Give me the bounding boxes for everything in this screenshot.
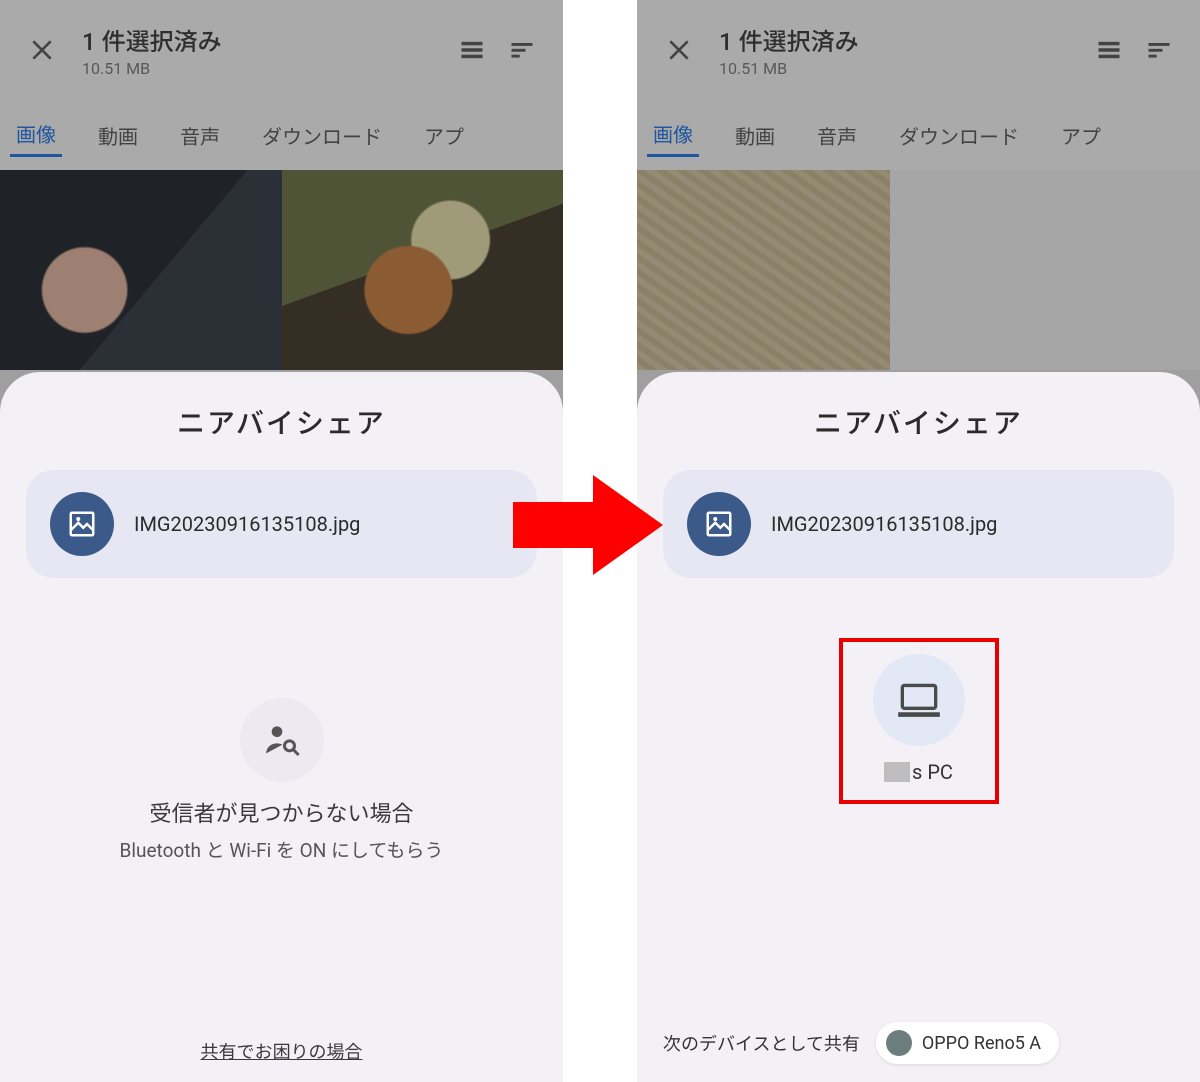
share-as-device-pill[interactable]: OPPO Reno5 A [876, 1022, 1059, 1064]
sort-icon[interactable] [1138, 29, 1180, 71]
share-as-row: 次のデバイスとして共有 OPPO Reno5 A [663, 1022, 1174, 1064]
file-name: IMG20230916135108.jpg [771, 512, 997, 536]
selection-size: 10.51 MB [82, 59, 443, 78]
share-as-device-name: OPPO Reno5 A [922, 1033, 1041, 1054]
person-search-icon [240, 698, 324, 782]
tab-downloads[interactable]: ダウンロード [893, 115, 1025, 156]
thumbnail[interactable] [637, 170, 890, 370]
selection-title: 1 件選択済み [82, 22, 443, 57]
selection-size: 10.51 MB [719, 59, 1080, 78]
transition-arrow-icon [513, 470, 663, 584]
category-tabs: 画像 動画 音声 ダウンロード アプ [637, 100, 1200, 170]
phone-screenshot-after: 1 件選択済み 10.51 MB 画像 動画 音声 ダウンロード アプ ニアバイ… [637, 0, 1200, 1082]
searching-block: 受信者が見つからない場合 Bluetooth と Wi-Fi を ON にしても… [26, 698, 537, 863]
image-file-icon [687, 492, 751, 556]
thumbnail[interactable] [282, 170, 564, 370]
laptop-icon[interactable] [873, 654, 965, 746]
list-view-icon[interactable] [1088, 29, 1130, 71]
gallery-empty [890, 170, 1200, 370]
searching-hint: Bluetooth と Wi-Fi を ON にしてもらう [26, 836, 537, 863]
help-link[interactable]: 共有でお困りの場合 [26, 1038, 537, 1064]
appbar: 1 件選択済み 10.51 MB [637, 0, 1200, 100]
phone-screenshot-before: 1 件選択済み 10.51 MB 画像 動画 音声 ダウンロード アプ ニアバイ… [0, 0, 563, 1082]
tab-audio[interactable]: 音声 [174, 115, 226, 156]
sheet-title: ニアバイシェア [663, 402, 1174, 442]
sort-icon[interactable] [501, 29, 543, 71]
device-avatar-icon [886, 1030, 912, 1056]
image-file-icon [50, 492, 114, 556]
redacted-name [884, 762, 910, 782]
selection-title: 1 件選択済み [719, 22, 1080, 57]
searching-title: 受信者が見つからない場合 [26, 796, 537, 828]
file-card[interactable]: IMG20230916135108.jpg [26, 470, 537, 578]
nearby-share-sheet: ニアバイシェア IMG20230916135108.jpg 受信者が見つからない… [0, 372, 563, 1082]
available-device-highlight: s PC [839, 638, 999, 804]
tab-videos[interactable]: 動画 [729, 115, 781, 156]
tab-downloads[interactable]: ダウンロード [256, 115, 388, 156]
thumbnail[interactable] [0, 170, 282, 370]
list-view-icon[interactable] [451, 29, 493, 71]
share-as-label: 次のデバイスとして共有 [663, 1030, 860, 1056]
file-card[interactable]: IMG20230916135108.jpg [663, 470, 1174, 578]
tab-images[interactable]: 画像 [647, 113, 699, 157]
tab-apps[interactable]: アプ [1055, 115, 1107, 156]
appbar: 1 件選択済み 10.51 MB [0, 0, 563, 100]
tab-images[interactable]: 画像 [10, 113, 62, 157]
sheet-title: ニアバイシェア [26, 402, 537, 442]
tab-audio[interactable]: 音声 [811, 115, 863, 156]
tab-videos[interactable]: 動画 [92, 115, 144, 156]
image-gallery [637, 170, 1200, 370]
close-icon[interactable] [657, 28, 701, 72]
nearby-share-sheet: ニアバイシェア IMG20230916135108.jpg s PC 次のデバイ… [637, 372, 1200, 1082]
category-tabs: 画像 動画 音声 ダウンロード アプ [0, 100, 563, 170]
tab-apps[interactable]: アプ [418, 115, 470, 156]
file-name: IMG20230916135108.jpg [134, 512, 360, 536]
device-name[interactable]: s PC [851, 760, 987, 784]
close-icon[interactable] [20, 28, 64, 72]
image-gallery [0, 170, 563, 370]
